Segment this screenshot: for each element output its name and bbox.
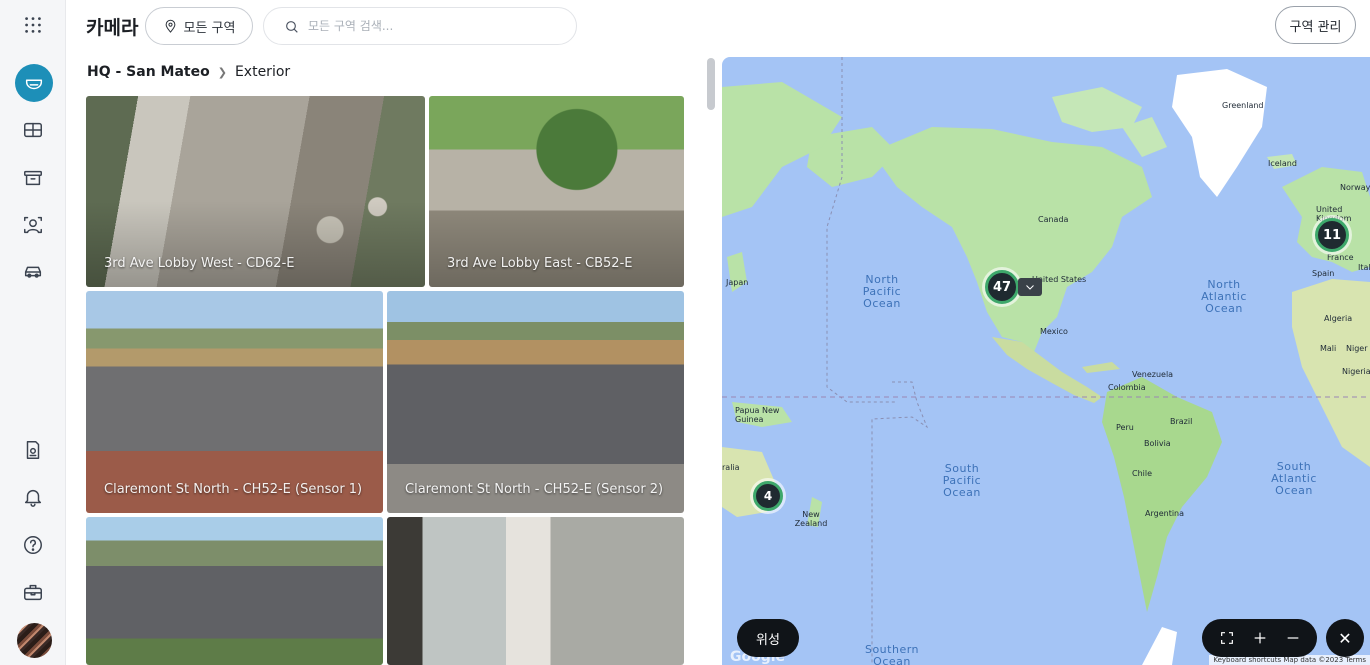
help-icon xyxy=(24,536,42,554)
camera-label: Claremont St North - CH52-E (Sensor 2) xyxy=(405,482,664,497)
camera-feed xyxy=(86,291,383,513)
map-land xyxy=(722,57,1370,665)
sidebar-item-badges[interactable] xyxy=(13,430,53,470)
sidebar-item-tools[interactable] xyxy=(13,572,53,612)
map-label-canada: Canada xyxy=(1038,215,1069,224)
camera-tile[interactable]: Claremont St North - CH52-E (Sensor 2) xyxy=(387,291,684,513)
map-label-norway: Norway xyxy=(1340,183,1370,192)
cluster-expand-button[interactable] xyxy=(1018,278,1042,296)
app-grid-icon[interactable] xyxy=(13,5,53,45)
search-box[interactable] xyxy=(263,7,577,45)
search-input[interactable] xyxy=(308,8,568,44)
map-label-greenland: Greenland xyxy=(1222,101,1264,110)
camera-tile[interactable] xyxy=(387,517,684,665)
zoom-out-icon[interactable] xyxy=(1285,630,1301,646)
camera-tile[interactable]: 3rd Ave Lobby West - CD62-E xyxy=(86,96,425,287)
close-map-button[interactable]: ✕ xyxy=(1326,619,1364,657)
sidebar-item-cameras[interactable] xyxy=(15,64,53,102)
sidebar-item-layouts[interactable] xyxy=(13,110,53,150)
zoom-in-icon[interactable] xyxy=(1252,630,1268,646)
chevron-right-icon: ❯ xyxy=(217,65,227,79)
location-pin-icon xyxy=(165,19,175,33)
map-label-niger: Niger xyxy=(1346,344,1368,353)
sidebar-item-people[interactable] xyxy=(13,205,53,245)
map-label-mexico: Mexico xyxy=(1040,327,1068,336)
badge-icon xyxy=(26,441,40,459)
map-label-france: France xyxy=(1327,253,1354,262)
map-label-peru: Peru xyxy=(1116,423,1134,432)
camera-cluster-marker[interactable]: 47 xyxy=(985,270,1019,304)
camera-label: 3rd Ave Lobby West - CD62-E xyxy=(104,256,295,271)
sidebar xyxy=(0,0,66,665)
layout-grid-icon xyxy=(24,122,42,138)
ocean-label-south-atlantic: South Atlantic Ocean xyxy=(1271,460,1317,497)
fullscreen-icon[interactable] xyxy=(1219,630,1235,646)
sidebar-item-vehicles[interactable] xyxy=(13,252,53,292)
map-label-spain: Spain xyxy=(1312,269,1335,278)
zone-filter-button[interactable]: 모든 구역 xyxy=(145,7,253,45)
map-label-bolivia: Bolivia xyxy=(1144,439,1171,448)
camera-feed xyxy=(86,517,383,665)
search-icon xyxy=(286,21,298,33)
bell-icon xyxy=(24,489,42,507)
ocean-label-north-atlantic: North Atlantic Ocean xyxy=(1201,278,1247,315)
sidebar-item-archive[interactable] xyxy=(13,158,53,198)
map-label-venezuela: Venezuela xyxy=(1132,370,1174,379)
header: 카메라 모든 구역 구역 관리 xyxy=(66,0,1370,52)
map-label-chile: Chile xyxy=(1132,469,1153,478)
map-label-iceland: Iceland xyxy=(1268,159,1297,168)
zone-filter-label: 모든 구역 xyxy=(183,20,236,36)
close-icon: ✕ xyxy=(1338,628,1352,648)
camera-label: 3rd Ave Lobby East - CB52-E xyxy=(447,256,633,271)
map-label-mali: Mali xyxy=(1320,344,1337,353)
map-controls xyxy=(1202,619,1317,657)
vehicle-icon xyxy=(24,266,42,278)
map-label-colombia: Colombia xyxy=(1108,383,1146,392)
person-scan-icon xyxy=(24,216,42,234)
sidebar-item-help[interactable] xyxy=(13,525,53,565)
ocean-label-southern: Southern Ocean xyxy=(864,643,920,665)
archive-icon xyxy=(24,170,42,186)
map-label-nz: New Zealand xyxy=(794,510,828,528)
scrollbar[interactable] xyxy=(707,58,715,110)
map-label-nigeria: Nigeria xyxy=(1342,367,1370,376)
satellite-toggle-button[interactable]: 위성 xyxy=(737,619,799,657)
toolbox-icon xyxy=(24,584,42,601)
camera-feed xyxy=(387,291,684,513)
map-label-italy: Ital xyxy=(1358,263,1370,272)
ocean-label-north-pacific: North Pacific Ocean xyxy=(862,273,902,310)
camera-tile[interactable]: Claremont St North - CH52-E (Sensor 1) xyxy=(86,291,383,513)
map-label-argentina: Argentina xyxy=(1145,509,1185,518)
sidebar-item-alerts[interactable] xyxy=(13,477,53,517)
map-label-png: Papua New Guinea xyxy=(735,406,780,424)
breadcrumb-current: Exterior xyxy=(234,64,291,80)
manage-zones-button[interactable]: 구역 관리 xyxy=(1275,6,1356,44)
camera-dome-icon xyxy=(25,79,43,90)
map-label-brazil: Brazil xyxy=(1170,417,1193,426)
avatar[interactable] xyxy=(17,623,52,658)
map-label-australia: ralia xyxy=(722,463,740,472)
map-label-japan: Japan xyxy=(726,278,749,287)
map[interactable]: Greenland Iceland Norway United Kingdom … xyxy=(722,57,1370,665)
app-window: 카메라 모든 구역 구역 관리 HQ - San Mateo ❯ Exterio… xyxy=(0,0,1370,665)
breadcrumb-root[interactable]: HQ - San Mateo xyxy=(87,64,210,80)
chevron-down-icon xyxy=(1026,285,1034,290)
map-label-algeria: Algeria xyxy=(1324,314,1353,323)
breadcrumb: HQ - San Mateo ❯ Exterior xyxy=(87,64,290,80)
camera-tile[interactable] xyxy=(86,517,383,665)
camera-tile[interactable]: 3rd Ave Lobby East - CB52-E xyxy=(429,96,684,287)
ocean-label-south-pacific: South Pacific Ocean xyxy=(942,462,982,499)
camera-label: Claremont St North - CH52-E (Sensor 1) xyxy=(104,482,363,497)
camera-cluster-marker[interactable]: 4 xyxy=(753,481,783,511)
page-title: 카메라 xyxy=(86,17,139,39)
camera-cluster-marker[interactable]: 11 xyxy=(1315,218,1349,252)
camera-feed xyxy=(387,517,684,665)
